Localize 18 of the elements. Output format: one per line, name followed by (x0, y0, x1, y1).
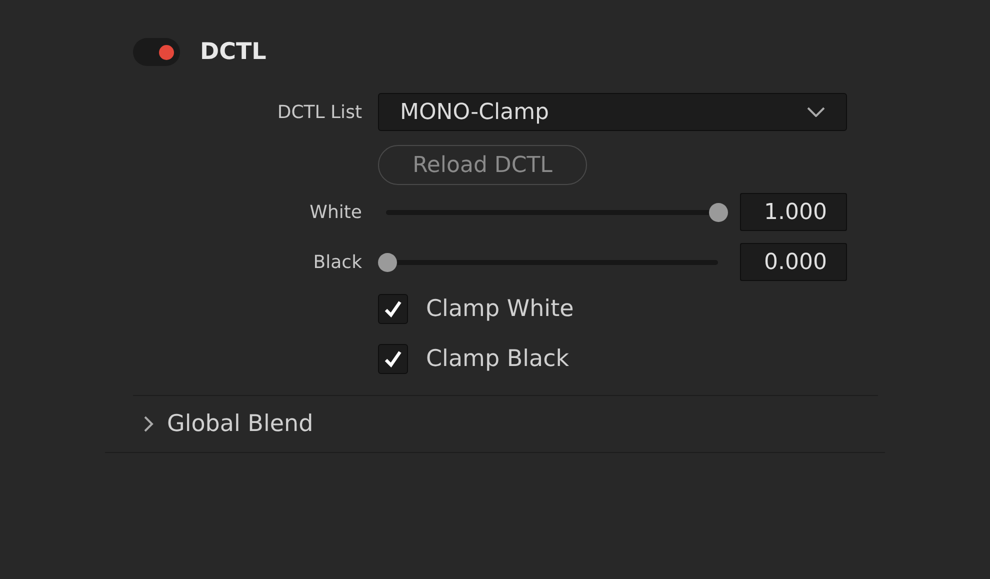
slider-label: White (308, 200, 362, 224)
slider-thumb[interactable] (378, 253, 397, 272)
value-field[interactable]: 0.000 (740, 243, 847, 281)
global-blend-toggle[interactable]: Global Blend (167, 406, 314, 442)
slider-label: Black (312, 250, 362, 274)
field-label: DCTL List (276, 100, 362, 124)
value-field[interactable]: 1.000 (740, 193, 847, 231)
slider-thumb[interactable] (709, 203, 728, 222)
toggle-switch[interactable] (133, 38, 180, 66)
checkbox-label: Clamp White (426, 294, 574, 324)
checkmark-icon (383, 349, 403, 369)
checkbox[interactable] (378, 294, 408, 324)
checkmark-icon (383, 299, 403, 319)
checkbox[interactable] (378, 344, 408, 374)
section-title: DCTL (200, 38, 266, 67)
dropdown[interactable]: MONO-Clamp (378, 93, 847, 131)
chevron-down-icon (807, 107, 825, 117)
checkbox-label: Clamp Black (426, 344, 570, 374)
